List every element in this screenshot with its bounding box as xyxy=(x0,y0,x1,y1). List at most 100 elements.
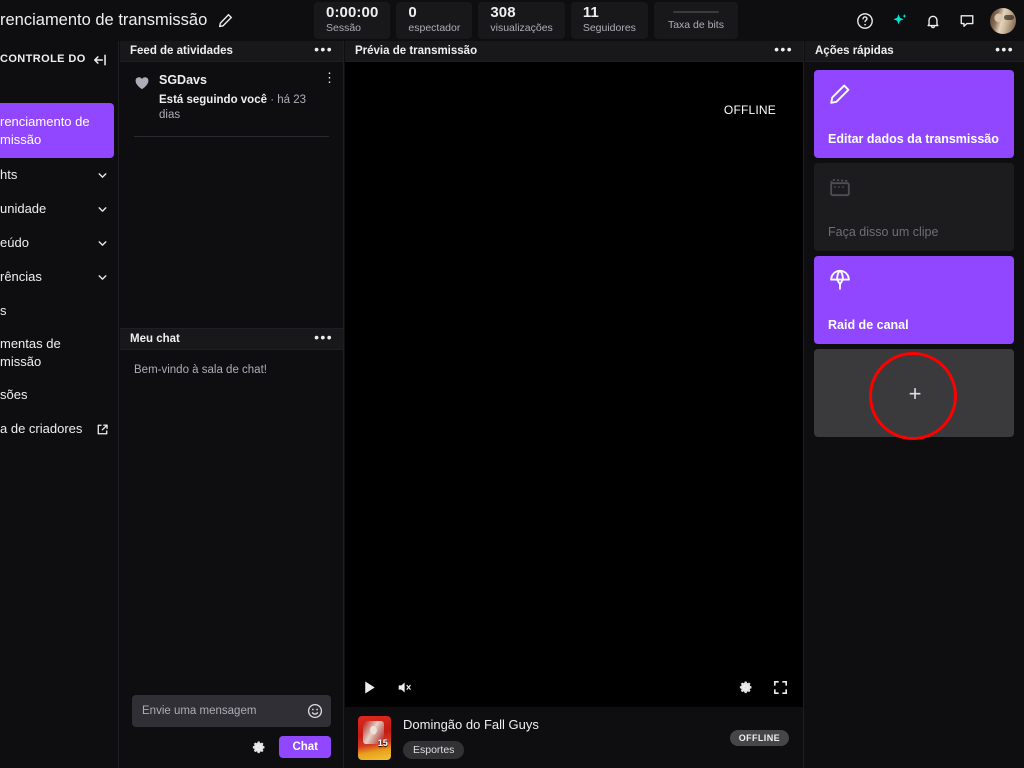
more-options-icon[interactable]: ••• xyxy=(774,42,793,60)
stream-stats: 0:00:00 Sessão 0 espectador 308 visualiz… xyxy=(314,0,738,41)
quick-action-channel-raid[interactable]: Raid de canal xyxy=(814,256,1014,344)
stream-meta: Domingão do Fall Guys Esportes xyxy=(403,716,718,760)
activity-chat-column: Feed de atividades ••• SGDavs Está segui… xyxy=(120,41,344,768)
pencil-icon xyxy=(828,82,852,106)
quick-actions-title: Ações rápidas xyxy=(815,45,894,57)
sidebar-item-settings[interactable]: s xyxy=(0,294,118,328)
stat-followers: 11 Seguidores xyxy=(570,2,648,39)
chat-welcome-message: Bem-vindo à sala de chat! xyxy=(134,364,267,376)
more-options-icon[interactable]: ••• xyxy=(314,330,333,348)
sidebar-item-content[interactable]: eúdo xyxy=(0,226,118,260)
activity-detail: Está seguindo você · há 23 dias xyxy=(159,93,314,124)
heart-icon xyxy=(134,75,150,91)
sidebar-item-creator-store[interactable]: a de criadores xyxy=(0,412,118,446)
chat-input-placeholder: Envie uma mensagem xyxy=(142,705,257,717)
stream-category-tag[interactable]: Esportes xyxy=(403,741,465,760)
stream-preview-header: Prévia de transmissão ••• xyxy=(345,41,803,62)
help-icon[interactable] xyxy=(854,10,876,32)
page-title: renciamento de transmissão xyxy=(0,11,208,29)
external-link-icon xyxy=(96,423,109,436)
video-player[interactable]: OFFLINE xyxy=(345,62,803,706)
stat-viewers-label: espectador xyxy=(408,21,461,34)
smiley-icon[interactable] xyxy=(307,703,323,719)
sidebar-item-preferences[interactable]: rências xyxy=(0,260,118,294)
sidebar-item-label: hts xyxy=(0,167,18,183)
stat-followers-value: 11 xyxy=(582,4,599,22)
top-bar-actions xyxy=(854,0,1016,41)
sidebar-header: CONTROLE DO xyxy=(0,41,118,69)
divider xyxy=(134,135,329,137)
activity-feed-header: Feed de atividades ••• xyxy=(120,41,343,62)
chat-messages: Bem-vindo à sala de chat! xyxy=(120,350,343,695)
top-bar: renciamento de transmissão 0:00:00 Sessã… xyxy=(0,0,1024,41)
activity-text: SGDavs Está seguindo você · há 23 dias xyxy=(159,72,314,124)
activity-feed-panel: Feed de atividades ••• SGDavs Está segui… xyxy=(120,41,343,329)
sidebar-item-insights[interactable]: hts xyxy=(0,158,118,192)
fullscreen-icon[interactable] xyxy=(772,679,789,696)
send-chat-button[interactable]: Chat xyxy=(279,736,331,758)
stream-preview-title: Prévia de transmissão xyxy=(355,45,478,57)
row-more-icon[interactable]: ⋮ xyxy=(323,71,336,85)
chevron-down-icon xyxy=(96,271,109,284)
more-options-icon[interactable]: ••• xyxy=(995,42,1014,60)
quick-action-label: Editar dados da transmissão xyxy=(828,131,999,146)
sparkle-icon[interactable] xyxy=(888,10,910,32)
sidebar-nav-list: renciamento de missão hts unidade eúdo r… xyxy=(0,103,118,446)
player-controls-left xyxy=(361,679,413,696)
player-controls-right xyxy=(737,679,789,696)
activity-feed-body: SGDavs Está seguindo você · há 23 dias ⋮ xyxy=(120,62,343,328)
settings-gear-icon[interactable] xyxy=(737,679,754,696)
stat-views-label: visualizações xyxy=(490,21,553,34)
my-chat-panel: Meu chat ••• Bem-vindo à sala de chat! E… xyxy=(120,329,343,768)
plus-icon: + xyxy=(908,380,922,406)
chat-bubble-icon[interactable] xyxy=(956,10,978,32)
game-box-art xyxy=(358,715,391,760)
bell-icon[interactable] xyxy=(922,10,944,32)
activity-separator: · xyxy=(267,93,278,106)
quick-action-add-button[interactable]: + xyxy=(814,349,1014,437)
bitrate-placeholder-line xyxy=(672,10,719,13)
sidebar-item-label: renciamento de missão xyxy=(0,113,90,147)
stat-session: 0:00:00 Sessão xyxy=(314,2,391,39)
chat-action-row: Chat xyxy=(132,736,331,758)
collapse-sidebar-icon[interactable] xyxy=(91,51,109,69)
sidebar-item-extensions[interactable]: sões xyxy=(0,378,118,412)
quick-action-label: Faça disso um clipe xyxy=(828,224,939,239)
activity-action: Está seguindo você xyxy=(159,93,268,106)
stream-preview-column: Prévia de transmissão ••• OFFLINE 15 Dom… xyxy=(345,41,804,768)
stat-views-value: 308 xyxy=(490,4,516,22)
chevron-down-icon xyxy=(96,237,109,250)
dashboard-title-area: renciamento de transmissão xyxy=(0,11,314,30)
more-options-icon[interactable]: ••• xyxy=(314,42,333,60)
stat-followers-label: Seguidores xyxy=(582,21,636,34)
stat-session-label: Sessão xyxy=(326,21,362,34)
sidebar-item-stream-manager[interactable]: renciamento de missão xyxy=(0,103,114,158)
play-icon[interactable] xyxy=(361,679,378,696)
sidebar: CONTROLE DO renciamento de missão hts un… xyxy=(0,41,119,768)
edit-title-pencil-icon[interactable] xyxy=(217,12,234,29)
sidebar-item-label: unidade xyxy=(0,201,47,217)
quick-action-label: Raid de canal xyxy=(828,317,909,332)
sidebar-item-label: eúdo xyxy=(0,235,29,251)
activity-feed-title: Feed de atividades xyxy=(130,45,233,57)
sidebar-section-title: CONTROLE DO xyxy=(0,53,86,65)
mute-icon[interactable] xyxy=(396,679,413,696)
sidebar-item-label: s xyxy=(0,303,7,319)
sidebar-item-community[interactable]: unidade xyxy=(0,192,118,226)
preview-offline-label: OFFLINE xyxy=(723,103,776,117)
list-item[interactable]: SGDavs Está seguindo você · há 23 dias ⋮ xyxy=(120,71,343,124)
quick-action-make-clip[interactable]: Faça disso um clipe xyxy=(814,163,1014,251)
stat-session-value: 0:00:00 xyxy=(326,4,379,22)
chat-input[interactable]: Envie uma mensagem xyxy=(132,695,331,727)
sidebar-item-stream-tools[interactable]: mentas de missão xyxy=(0,328,118,378)
gear-icon[interactable] xyxy=(250,739,267,756)
stream-title: Domingão do Fall Guys xyxy=(403,716,539,732)
sidebar-item-label: sões xyxy=(0,387,28,403)
quick-actions-header: Ações rápidas ••• xyxy=(805,41,1024,62)
activity-username[interactable]: SGDavs xyxy=(159,72,314,90)
quick-action-edit-stream-info[interactable]: Editar dados da transmissão xyxy=(814,70,1014,158)
stream-info-bar: Domingão do Fall Guys Esportes OFFLINE xyxy=(345,706,803,768)
sidebar-item-label: mentas de missão xyxy=(0,336,61,369)
avatar[interactable] xyxy=(990,7,1016,34)
my-chat-header: Meu chat ••• xyxy=(120,329,343,350)
